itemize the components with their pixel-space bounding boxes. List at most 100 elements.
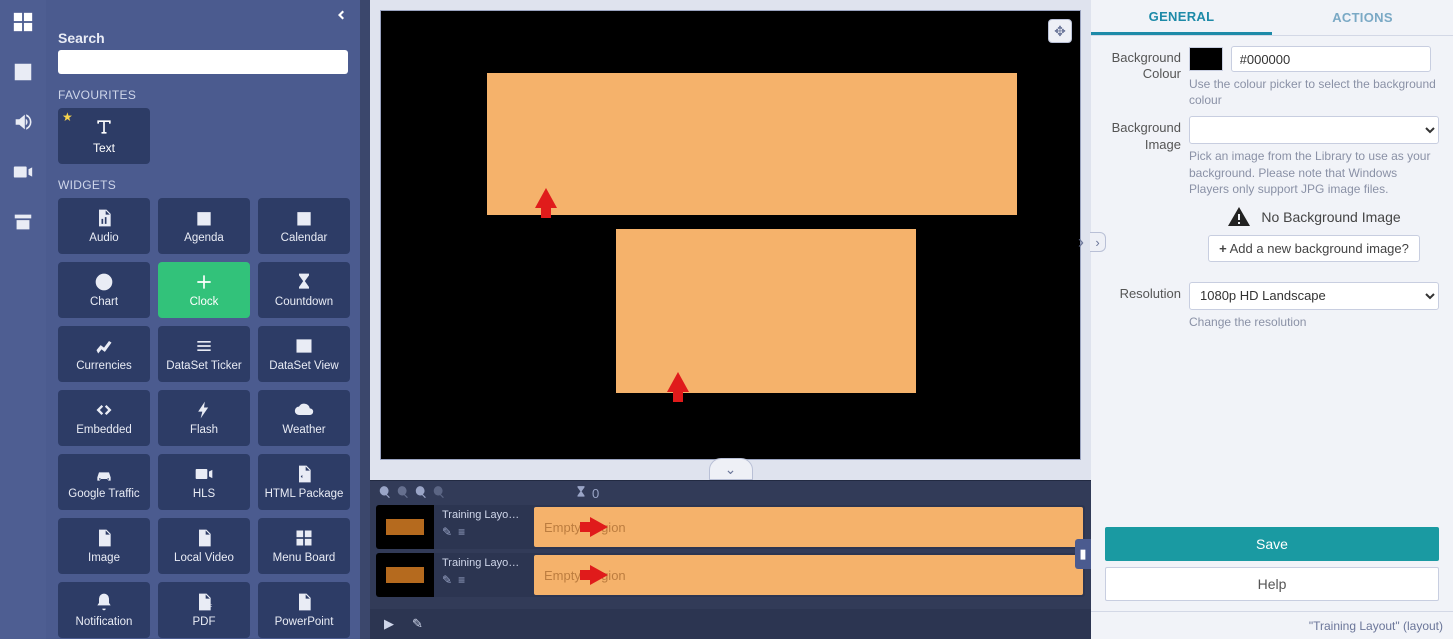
layout-canvas[interactable]: ✥ xyxy=(380,10,1081,460)
widget-html-package[interactable]: HTML Package xyxy=(258,454,350,510)
timeline-menu-icon[interactable]: ≡ xyxy=(458,573,465,587)
bg-colour-label: Background Colour xyxy=(1101,46,1181,108)
timeline-edit-icon[interactable]: ✎ xyxy=(442,573,452,587)
widget-label: Image xyxy=(88,552,120,565)
widget-label: Google Traffic xyxy=(68,488,139,501)
timeline: 0 Training Layo…✎≡Empty RegionTraining L… xyxy=(370,480,1091,639)
widget-powerpoint[interactable]: PPowerPoint xyxy=(258,582,350,638)
widget-currencies[interactable]: Currencies xyxy=(58,326,150,382)
widget-grid: Audio Agenda Calendar Chart Clock Countdown Cu… xyxy=(58,198,350,638)
widget-label: PDF xyxy=(193,616,216,629)
widget-dataset-view[interactable]: DataSet View xyxy=(258,326,350,382)
file-pdf-icon: PDF xyxy=(194,592,214,612)
app-root: Search FAVOURITES ★ Text WIDGETS AudioAg… xyxy=(0,0,1453,639)
move-handle-icon[interactable]: ✥ xyxy=(1048,19,1072,43)
annotation-arrow-up-1 xyxy=(535,188,557,208)
widget-agenda[interactable]: Agenda xyxy=(158,198,250,254)
table-icon xyxy=(294,336,314,356)
resolution-help: Change the resolution xyxy=(1189,314,1439,330)
calendar-icon xyxy=(194,208,214,228)
properties-panel: › GENERAL ACTIONS Background Colour Use … xyxy=(1091,0,1453,639)
rail-grid-icon[interactable] xyxy=(9,8,37,36)
grid-icon xyxy=(294,528,314,548)
collapse-canvas-icon[interactable]: ⌄ xyxy=(709,458,753,480)
widget-notification[interactable]: Notification xyxy=(58,582,150,638)
widget-label: Chart xyxy=(90,296,118,309)
bg-image-help: Pick an image from the Library to use as… xyxy=(1189,148,1439,197)
widget-pdf[interactable]: PDF PDF xyxy=(158,582,250,638)
widget-google-traffic[interactable]: Google Traffic xyxy=(58,454,150,510)
help-button[interactable]: Help xyxy=(1105,567,1439,601)
favourite-text-widget[interactable]: ★ Text xyxy=(58,108,150,164)
widget-label: Audio xyxy=(89,232,118,245)
rail-video-icon[interactable] xyxy=(9,158,37,186)
edit-icon[interactable]: ✎ xyxy=(412,616,423,632)
expand-right-icon[interactable]: › xyxy=(1071,232,1091,252)
save-button[interactable]: Save xyxy=(1105,527,1439,561)
rail-archive-icon[interactable] xyxy=(9,208,37,236)
widget-chart[interactable]: Chart xyxy=(58,262,150,318)
widget-weather[interactable]: Weather xyxy=(258,390,350,446)
canvas-wrap: ✥ › ⌄ xyxy=(370,0,1091,480)
widget-label: Embedded xyxy=(76,424,132,437)
duration-value: 0 xyxy=(592,486,599,501)
add-bg-image-button[interactable]: + Add a new background image? xyxy=(1208,235,1420,262)
timeline-bottom-bar: ▶ ✎ xyxy=(370,609,1091,639)
props-buttons: Save Help xyxy=(1091,527,1453,611)
annotation-arrow-right xyxy=(590,565,608,585)
play-icon[interactable]: ▶ xyxy=(384,616,394,632)
zoom-search-disabled-icon xyxy=(432,485,446,502)
widget-audio[interactable]: Audio xyxy=(58,198,150,254)
canvas-region-2[interactable] xyxy=(616,229,916,393)
widget-label: Agenda xyxy=(184,232,224,245)
widget-image[interactable]: Image xyxy=(58,518,150,574)
widget-clock[interactable]: Clock xyxy=(158,262,250,318)
widget-local-video[interactable]: Local Video xyxy=(158,518,250,574)
widget-menu-board[interactable]: Menu Board xyxy=(258,518,350,574)
bg-colour-swatch[interactable] xyxy=(1189,47,1223,71)
widget-dataset-ticker[interactable]: DataSet Ticker xyxy=(158,326,250,382)
car-icon xyxy=(94,464,114,484)
timeline-row[interactable]: Training Layo… ✎ ≡ Empty Region xyxy=(376,505,1085,549)
timeline-row[interactable]: Training Layo… ✎ ≡ Empty Region xyxy=(376,553,1085,597)
resolution-select[interactable]: 1080p HD Landscape xyxy=(1189,282,1439,310)
zoom-in-icon[interactable] xyxy=(378,485,392,502)
timeline-menu-icon[interactable]: ≡ xyxy=(458,525,465,539)
search-label: Search xyxy=(58,30,350,46)
widget-countdown[interactable]: Countdown xyxy=(258,262,350,318)
tab-general[interactable]: GENERAL xyxy=(1091,0,1272,35)
bg-image-select[interactable] xyxy=(1189,116,1439,144)
widget-label: HTML Package xyxy=(265,488,344,501)
widget-label: Countdown xyxy=(275,296,333,309)
timeline-meta: Training Layo… ✎ ≡ xyxy=(438,505,530,549)
timeline-region[interactable]: Empty Region xyxy=(534,555,1083,595)
cloud-icon xyxy=(294,400,314,420)
tab-actions[interactable]: ACTIONS xyxy=(1272,0,1453,35)
widget-label: HLS xyxy=(193,488,215,501)
timeline-right-handle-icon[interactable]: ▮ xyxy=(1075,539,1091,569)
expand-props-icon[interactable]: › xyxy=(1090,232,1106,252)
bg-colour-input[interactable] xyxy=(1231,46,1431,72)
timeline-title: Training Layo… xyxy=(442,557,526,569)
widget-label: DataSet Ticker xyxy=(166,360,241,373)
rail-image-icon[interactable] xyxy=(9,58,37,86)
timeline-region[interactable]: Empty Region xyxy=(534,507,1083,547)
canvas-region-1[interactable] xyxy=(487,73,1017,215)
widget-label: DataSet View xyxy=(269,360,338,373)
widget-embedded[interactable]: Embedded xyxy=(58,390,150,446)
timeline-title: Training Layo… xyxy=(442,509,526,521)
collapse-panel-icon[interactable] xyxy=(332,6,350,27)
search-input[interactable] xyxy=(58,50,348,74)
widget-label: Flash xyxy=(190,424,218,437)
zoom-search-icon[interactable] xyxy=(414,485,428,502)
panel-gutter[interactable] xyxy=(360,0,370,639)
widget-hls[interactable]: HLS xyxy=(158,454,250,510)
timeline-edit-icon[interactable]: ✎ xyxy=(442,525,452,539)
rail-audio-icon[interactable] xyxy=(9,108,37,136)
favourites-heading: FAVOURITES xyxy=(58,88,350,102)
zoom-out-icon[interactable] xyxy=(396,485,410,502)
widget-flash[interactable]: Flash xyxy=(158,390,250,446)
widget-calendar[interactable]: Calendar xyxy=(258,198,350,254)
timeline-meta: Training Layo… ✎ ≡ xyxy=(438,553,530,597)
favourite-label: Text xyxy=(93,141,115,155)
